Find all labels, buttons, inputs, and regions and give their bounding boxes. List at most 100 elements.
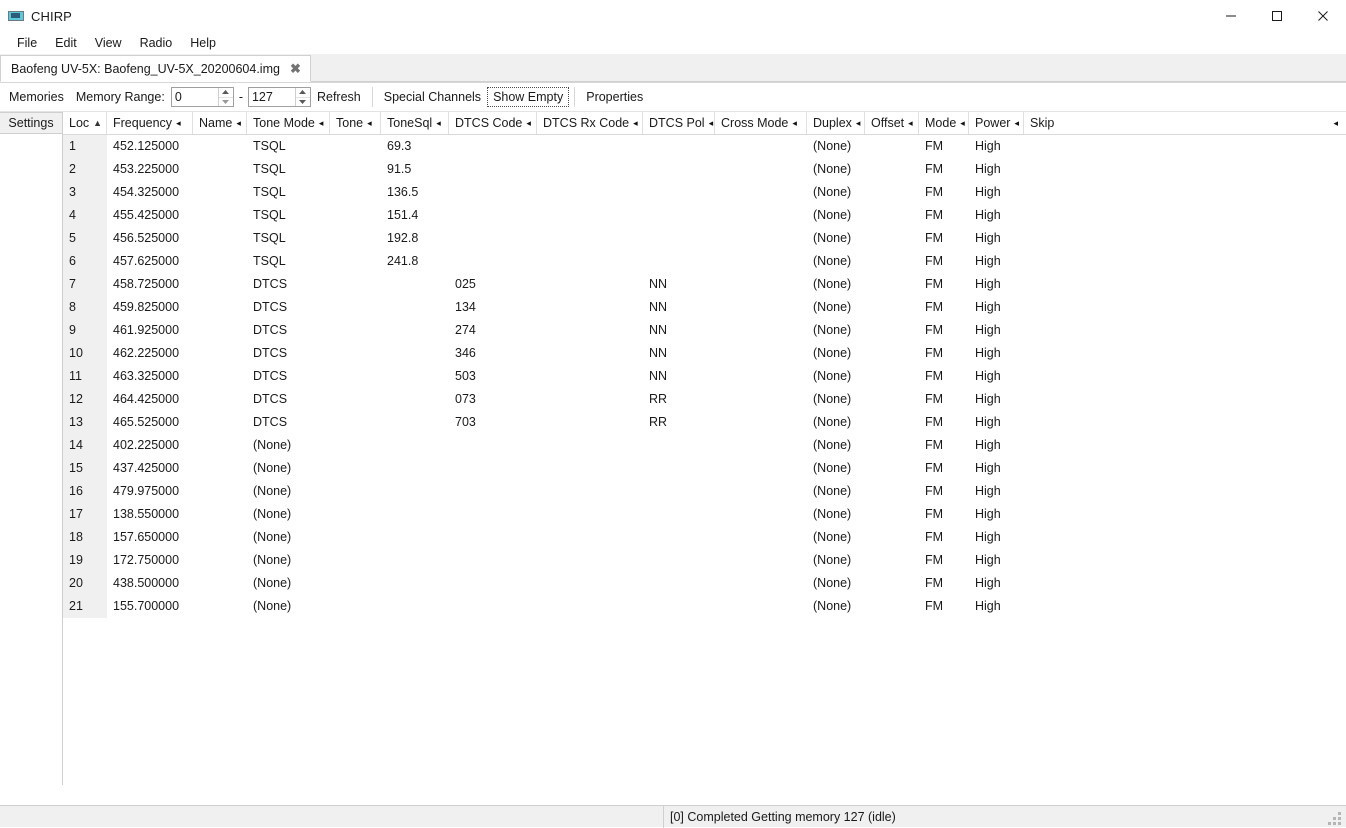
cell-skip[interactable] — [1024, 388, 1084, 411]
cell-offset[interactable] — [865, 181, 919, 204]
cell-name[interactable] — [193, 158, 247, 181]
chevron-down-icon[interactable] — [296, 98, 310, 107]
cell-duplex[interactable]: (None) — [807, 434, 865, 457]
cell-cross-mode[interactable] — [715, 227, 807, 250]
cell-tone-mode[interactable]: DTCS — [247, 273, 330, 296]
cell-cross-mode[interactable] — [715, 342, 807, 365]
cell-skip[interactable] — [1024, 549, 1084, 572]
cell-mode[interactable]: FM — [919, 457, 969, 480]
cell-dtcs-code[interactable] — [449, 434, 537, 457]
cell-dtcs-code[interactable]: 134 — [449, 296, 537, 319]
cell-dtcs-code[interactable]: 703 — [449, 411, 537, 434]
cell-dtcs-pol[interactable] — [643, 158, 715, 181]
cell-skip[interactable] — [1024, 457, 1084, 480]
cell-dtcs-pol[interactable]: NN — [643, 342, 715, 365]
cell-frequency[interactable]: 457.625000 — [107, 250, 193, 273]
cell-dtcs-pol[interactable] — [643, 250, 715, 273]
column-header-name[interactable]: Name ◂ — [193, 112, 247, 134]
cell-power[interactable]: High — [969, 388, 1024, 411]
cell-power[interactable]: High — [969, 296, 1024, 319]
cell-dtcs-pol[interactable]: RR — [643, 388, 715, 411]
cell-dtcs-code[interactable]: 503 — [449, 365, 537, 388]
cell-mode[interactable]: FM — [919, 503, 969, 526]
column-filter-icon[interactable]: ◂ — [792, 118, 797, 128]
cell-name[interactable] — [193, 135, 247, 158]
cell-dtcs-code[interactable] — [449, 135, 537, 158]
table-row[interactable]: 1 452.125000 TSQL 69.3 (None) FM High — [63, 135, 1346, 158]
cell-power[interactable]: High — [969, 572, 1024, 595]
cell-cross-mode[interactable] — [715, 135, 807, 158]
cell-name[interactable] — [193, 595, 247, 618]
cell-cross-mode[interactable] — [715, 250, 807, 273]
cell-name[interactable] — [193, 503, 247, 526]
document-tab[interactable]: Baofeng UV-5X: Baofeng_UV-5X_20200604.im… — [0, 55, 311, 82]
cell-cross-mode[interactable] — [715, 411, 807, 434]
cell-power[interactable]: High — [969, 319, 1024, 342]
table-row[interactable]: 10 462.225000 DTCS 346 NN (None) FM High — [63, 342, 1346, 365]
cell-offset[interactable] — [865, 135, 919, 158]
cell-dtcs-pol[interactable]: NN — [643, 319, 715, 342]
cell-skip[interactable] — [1024, 342, 1084, 365]
cell-duplex[interactable]: (None) — [807, 227, 865, 250]
cell-tone[interactable] — [330, 135, 381, 158]
cell-power[interactable]: High — [969, 526, 1024, 549]
cell-skip[interactable] — [1024, 595, 1084, 618]
cell-tone[interactable] — [330, 503, 381, 526]
cell-name[interactable] — [193, 549, 247, 572]
cell-power[interactable]: High — [969, 342, 1024, 365]
cell-skip[interactable] — [1024, 365, 1084, 388]
cell-offset[interactable] — [865, 503, 919, 526]
cell-mode[interactable]: FM — [919, 135, 969, 158]
cell-power[interactable]: High — [969, 411, 1024, 434]
cell-offset[interactable] — [865, 250, 919, 273]
cell-dtcs-code[interactable] — [449, 181, 537, 204]
column-header-loc[interactable]: Loc ▲ — [63, 112, 107, 134]
cell-offset[interactable] — [865, 480, 919, 503]
cell-loc[interactable]: 19 — [63, 549, 107, 572]
cell-loc[interactable]: 3 — [63, 181, 107, 204]
cell-tonesql[interactable] — [381, 526, 449, 549]
cell-dtcs-rx-code[interactable] — [537, 135, 643, 158]
cell-dtcs-code[interactable]: 073 — [449, 388, 537, 411]
cell-dtcs-rx-code[interactable] — [537, 480, 643, 503]
cell-tonesql[interactable]: 91.5 — [381, 158, 449, 181]
cell-tonesql[interactable]: 192.8 — [381, 227, 449, 250]
cell-cross-mode[interactable] — [715, 388, 807, 411]
cell-name[interactable] — [193, 273, 247, 296]
cell-dtcs-pol[interactable]: RR — [643, 411, 715, 434]
cell-mode[interactable]: FM — [919, 342, 969, 365]
cell-frequency[interactable]: 479.975000 — [107, 480, 193, 503]
cell-dtcs-rx-code[interactable] — [537, 273, 643, 296]
cell-offset[interactable] — [865, 595, 919, 618]
cell-offset[interactable] — [865, 388, 919, 411]
cell-duplex[interactable]: (None) — [807, 342, 865, 365]
cell-frequency[interactable]: 456.525000 — [107, 227, 193, 250]
cell-frequency[interactable]: 402.225000 — [107, 434, 193, 457]
cell-cross-mode[interactable] — [715, 204, 807, 227]
table-row[interactable]: 8 459.825000 DTCS 134 NN (None) FM High — [63, 296, 1346, 319]
cell-dtcs-code[interactable] — [449, 503, 537, 526]
cell-loc[interactable]: 16 — [63, 480, 107, 503]
cell-dtcs-pol[interactable]: NN — [643, 273, 715, 296]
cell-duplex[interactable]: (None) — [807, 181, 865, 204]
cell-tonesql[interactable] — [381, 342, 449, 365]
cell-power[interactable]: High — [969, 457, 1024, 480]
cell-frequency[interactable]: 463.325000 — [107, 365, 193, 388]
cell-dtcs-code[interactable] — [449, 572, 537, 595]
cell-loc[interactable]: 7 — [63, 273, 107, 296]
cell-tone[interactable] — [330, 227, 381, 250]
cell-name[interactable] — [193, 457, 247, 480]
cell-cross-mode[interactable] — [715, 158, 807, 181]
table-row[interactable]: 6 457.625000 TSQL 241.8 (None) FM High — [63, 250, 1346, 273]
cell-loc[interactable]: 13 — [63, 411, 107, 434]
cell-name[interactable] — [193, 181, 247, 204]
cell-offset[interactable] — [865, 434, 919, 457]
cell-duplex[interactable]: (None) — [807, 503, 865, 526]
chevron-down-icon[interactable] — [219, 98, 233, 107]
cell-duplex[interactable]: (None) — [807, 572, 865, 595]
cell-tonesql[interactable] — [381, 549, 449, 572]
cell-dtcs-pol[interactable] — [643, 480, 715, 503]
cell-mode[interactable]: FM — [919, 388, 969, 411]
cell-duplex[interactable]: (None) — [807, 296, 865, 319]
cell-offset[interactable] — [865, 549, 919, 572]
